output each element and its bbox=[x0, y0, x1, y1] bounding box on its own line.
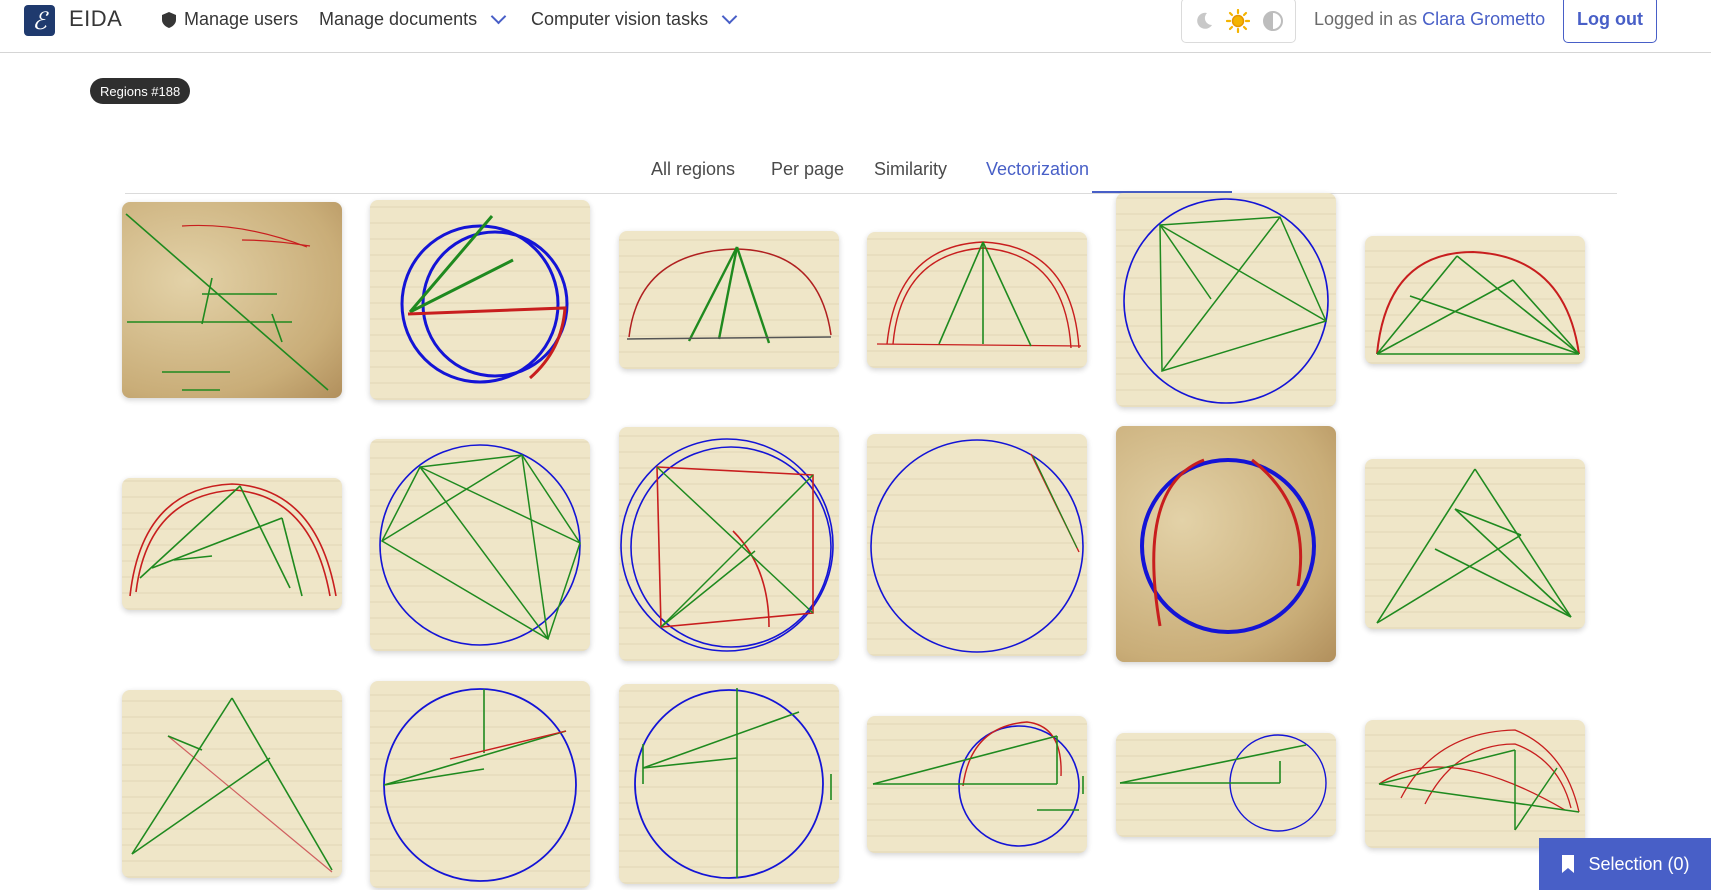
vectorized-diagram bbox=[626, 246, 832, 344]
region-thumbnail[interactable] bbox=[619, 231, 839, 369]
logout-button[interactable]: Log out bbox=[1563, 0, 1657, 43]
region-thumbnail[interactable] bbox=[1365, 236, 1585, 364]
logged-in-prefix: Logged in as bbox=[1314, 9, 1418, 29]
shield-icon bbox=[162, 11, 176, 28]
vectorized-diagram bbox=[1119, 734, 1327, 832]
vectorized-diagram bbox=[125, 213, 329, 391]
nav-manage-users-label: Manage users bbox=[184, 9, 299, 29]
top-navbar: ℰ EIDA Manage users Manage documents Com… bbox=[0, 0, 1711, 53]
region-thumbnail[interactable] bbox=[122, 202, 342, 398]
region-thumbnail[interactable] bbox=[1116, 426, 1336, 662]
sun-icon[interactable] bbox=[1225, 8, 1250, 33]
tabs-bar: All regions Per page Similarity Vectoriz… bbox=[125, 151, 1617, 194]
vectorized-diagram bbox=[129, 483, 337, 597]
nav-manage-documents[interactable]: Manage documents bbox=[319, 8, 507, 30]
region-thumbnail[interactable] bbox=[370, 200, 590, 400]
tab-vectorization[interactable]: Vectorization bbox=[986, 159, 1089, 193]
chevron-down-icon bbox=[490, 8, 507, 25]
brand-name[interactable]: EIDA bbox=[69, 6, 122, 32]
vectorized-diagram bbox=[383, 688, 577, 882]
vectorized-diagram bbox=[400, 215, 569, 384]
vectorized-diagram bbox=[1140, 458, 1316, 634]
tab-similarity[interactable]: Similarity bbox=[874, 159, 947, 193]
vectorized-diagram bbox=[620, 438, 834, 652]
region-thumbnail[interactable] bbox=[867, 434, 1087, 656]
chevron-down-icon bbox=[721, 8, 738, 25]
logged-in-text: Logged in as Clara Grometto bbox=[1314, 9, 1545, 30]
vectorized-diagram bbox=[379, 444, 581, 646]
region-thumbnail[interactable] bbox=[1116, 193, 1336, 407]
vectorized-diagram bbox=[634, 688, 832, 879]
region-thumbnail[interactable] bbox=[867, 716, 1087, 853]
nav-cv-tasks-label: Computer vision tasks bbox=[531, 9, 709, 29]
vectorized-diagram bbox=[1378, 729, 1580, 831]
region-thumbnail[interactable] bbox=[619, 684, 839, 884]
theme-switcher bbox=[1181, 0, 1296, 43]
tab-per-page[interactable]: Per page bbox=[771, 159, 844, 193]
eida-logo-icon[interactable]: ℰ bbox=[24, 5, 55, 36]
region-thumbnail[interactable] bbox=[1365, 459, 1585, 629]
contrast-icon[interactable] bbox=[1262, 10, 1284, 32]
user-name-link[interactable]: Clara Grometto bbox=[1422, 9, 1545, 29]
region-thumbnail[interactable] bbox=[370, 681, 590, 888]
vectorized-diagram bbox=[1376, 250, 1580, 355]
region-thumbnail[interactable] bbox=[1365, 720, 1585, 848]
nav-cv-tasks[interactable]: Computer vision tasks bbox=[531, 8, 738, 30]
bookmark-icon bbox=[1562, 855, 1575, 873]
region-thumbnail[interactable] bbox=[1116, 733, 1336, 837]
moon-icon[interactable] bbox=[1194, 11, 1214, 31]
region-thumbnail[interactable] bbox=[619, 427, 839, 661]
selection-label: Selection (0) bbox=[1588, 853, 1690, 874]
vectorized-diagram bbox=[872, 721, 1084, 847]
region-thumbnail[interactable] bbox=[122, 478, 342, 610]
vectorized-diagram bbox=[131, 697, 333, 873]
region-thumbnail[interactable] bbox=[122, 690, 342, 878]
tab-all-regions[interactable]: All regions bbox=[651, 159, 735, 193]
selection-button[interactable]: Selection (0) bbox=[1539, 838, 1711, 890]
vectorized-diagram bbox=[1123, 198, 1329, 404]
nav-manage-users[interactable]: Manage users bbox=[162, 9, 298, 30]
nav-manage-documents-label: Manage documents bbox=[319, 9, 478, 29]
region-thumbnail[interactable] bbox=[867, 232, 1087, 368]
vectorized-diagram bbox=[870, 439, 1084, 653]
region-thumbnail[interactable] bbox=[370, 439, 590, 651]
vectorized-diagram bbox=[1376, 468, 1572, 624]
regions-badge: Regions #188 bbox=[90, 78, 191, 104]
vectorized-diagram bbox=[876, 241, 1082, 349]
